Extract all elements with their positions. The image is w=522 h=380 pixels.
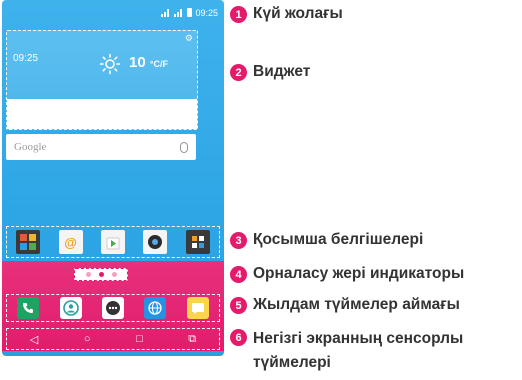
email-app-icon[interactable]: @ <box>58 230 83 254</box>
widget-clock: 09:25 <box>13 53 39 64</box>
callout-list: 1 Күй жолағы 2 Виджет 3 Қосымша белгішел… <box>230 0 520 380</box>
page-dot[interactable] <box>111 272 117 277</box>
callout-label: Орналасу жері индикаторы <box>253 265 465 282</box>
phone-screen: 09:25 ⚙ 09:25 10 °C/F Google @ ◁ ○ □ ⧉ <box>2 0 224 356</box>
signal-icon <box>161 8 171 17</box>
page-indicator[interactable] <box>74 268 128 281</box>
phone-icon[interactable] <box>17 297 40 319</box>
contacts-icon[interactable] <box>59 297 82 319</box>
messaging-icon[interactable] <box>186 297 209 319</box>
callout-number: 6 <box>230 329 247 346</box>
battery-icon <box>187 8 193 17</box>
page-dot-active[interactable] <box>98 272 104 277</box>
callout-location-indicator: 4 Орналасу жері индикаторы <box>230 265 465 284</box>
home-touch-buttons: ◁ ○ □ ⧉ <box>6 328 220 350</box>
temperature-unit: °C/F <box>149 59 168 69</box>
weather-widget[interactable]: ⚙ 09:25 10 °C/F <box>6 30 198 130</box>
camera-app-icon[interactable] <box>143 230 168 254</box>
network-signal-icon <box>174 8 184 17</box>
home-button[interactable]: ○ <box>84 333 91 345</box>
back-button[interactable]: ◁ <box>30 333 38 346</box>
widget-settings-icon[interactable]: ⚙ <box>185 33 193 44</box>
callout-number: 1 <box>230 6 247 23</box>
callout-number: 2 <box>230 64 247 81</box>
callout-status-bar: 1 Күй жолағы <box>230 5 343 24</box>
callout-label: Виджет <box>253 63 311 80</box>
search-placeholder: Google <box>14 141 47 153</box>
callout-label: Қосымша белгішелері <box>253 231 424 248</box>
callout-widget: 2 Виджет <box>230 63 311 82</box>
play-store-icon[interactable] <box>100 230 125 254</box>
page-dot[interactable] <box>85 272 91 277</box>
callout-label: Күй жолағы <box>253 5 343 22</box>
callout-quick-keys: 5 Жылдам түймелер аймағы <box>230 296 460 315</box>
apps-folder-icon[interactable] <box>185 230 210 254</box>
browser-icon[interactable] <box>144 297 167 319</box>
widget-temperature: 10 °C/F <box>129 54 168 71</box>
callout-number: 4 <box>230 266 247 283</box>
google-search-bar[interactable]: Google <box>6 134 196 160</box>
dual-window-button[interactable]: ⧉ <box>188 333 196 346</box>
partly-sunny-icon <box>99 53 121 75</box>
recent-apps-button[interactable]: □ <box>136 333 143 345</box>
callout-app-icons: 3 Қосымша белгішелері <box>230 231 424 250</box>
callout-number: 3 <box>230 232 247 249</box>
status-bar: 09:25 <box>2 0 224 25</box>
apps-icon[interactable] <box>101 297 124 319</box>
app-icons-row: @ <box>6 226 220 258</box>
gallery-app-icon[interactable] <box>16 230 41 254</box>
quick-keys-area <box>6 294 220 322</box>
callout-label: Жылдам түймелер аймағы <box>253 296 460 313</box>
microphone-icon[interactable] <box>180 141 188 153</box>
status-time: 09:25 <box>195 7 218 18</box>
callout-number: 5 <box>230 297 247 314</box>
callout-label: Негізгі экранның сенсорлы түймелері <box>253 330 464 371</box>
callout-touch-buttons: 6 Негізгі экранның сенсорлы түймелері <box>230 329 515 375</box>
